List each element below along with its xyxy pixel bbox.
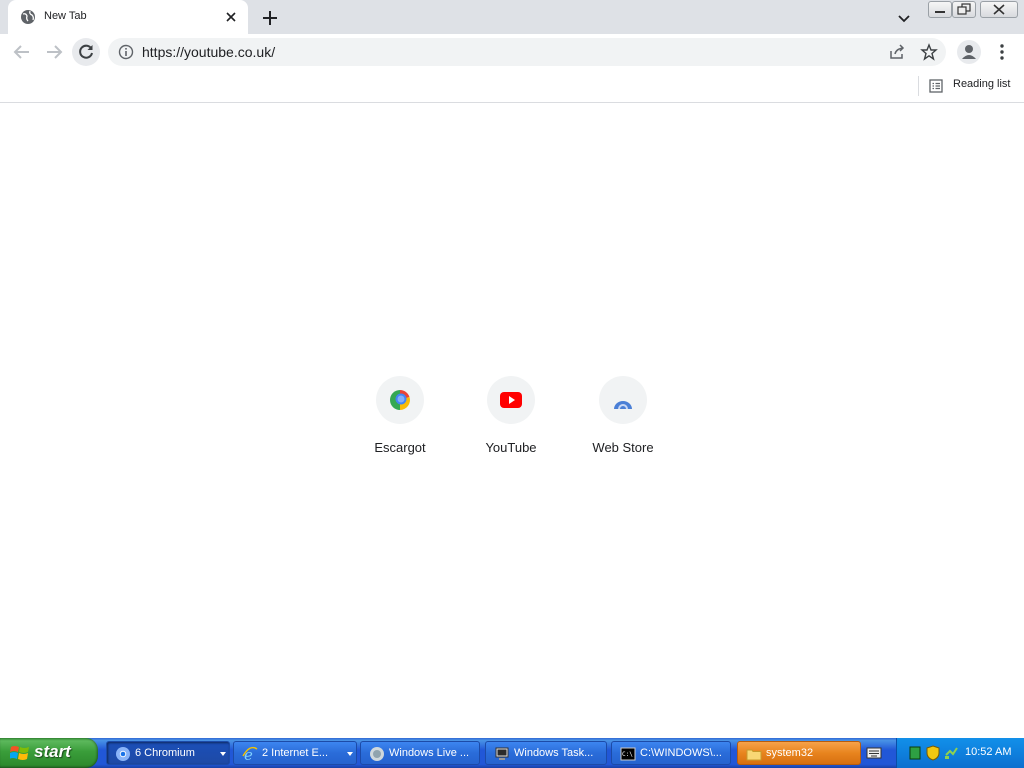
start-button[interactable]: start: [0, 738, 98, 768]
avatar-icon: [962, 45, 976, 59]
restore-button[interactable]: [952, 1, 976, 18]
taskbar-button-label: Windows Live ...: [389, 747, 470, 759]
close-icon: [993, 4, 1005, 15]
reading-list-label: Reading list: [953, 78, 1011, 90]
escargot-icon: [390, 390, 410, 410]
taskbar-button-windows-live[interactable]: Windows Live ...: [360, 741, 480, 765]
reading-list-icon: [929, 79, 943, 93]
tab-title: New Tab: [44, 10, 87, 22]
shortcut-tile: [599, 376, 647, 424]
taskbar-button-chromium[interactable]: 6 Chromium: [106, 741, 230, 765]
dropdown-arrow-icon: [347, 752, 353, 756]
info-icon[interactable]: [118, 44, 134, 60]
network-icon[interactable]: [944, 745, 958, 761]
web-store-icon: [614, 401, 632, 409]
taskbar-button-label: system32: [766, 747, 814, 759]
reload-button[interactable]: [72, 38, 100, 66]
keyboard-language-icon[interactable]: [866, 746, 882, 760]
windows-flag-icon: [10, 746, 29, 760]
chevron-down-icon[interactable]: [895, 9, 913, 27]
shortcut-web-store[interactable]: Web Store: [567, 376, 679, 464]
system-tray: 10:52 AM: [896, 738, 1024, 768]
taskbar-button-label: C:\WINDOWS\...: [640, 747, 722, 759]
restore-icon: [957, 3, 971, 15]
taskbar-button-label: 2 Internet E...: [262, 747, 329, 759]
shortcut-youtube[interactable]: YouTube: [455, 376, 567, 464]
address-bar[interactable]: https://youtube.co.uk/: [108, 38, 946, 66]
shortcut-escargot[interactable]: Escargot: [344, 376, 456, 464]
share-icon[interactable]: [888, 43, 906, 61]
internet-explorer-icon: e: [242, 746, 258, 762]
arrow-left-icon: [13, 45, 29, 59]
new-tab-icon[interactable]: [260, 8, 280, 28]
taskbar-button-system32[interactable]: system32: [737, 741, 861, 765]
green-status-icon[interactable]: [908, 745, 922, 761]
globe-icon: [21, 10, 35, 24]
kebab-menu-icon[interactable]: [994, 42, 1010, 62]
shortcut-tile: [487, 376, 535, 424]
shortcut-label: Web Store: [592, 440, 654, 455]
forward-button[interactable]: [42, 40, 66, 64]
shortcut-label: YouTube: [485, 440, 537, 455]
url-text[interactable]: https://youtube.co.uk/: [142, 44, 275, 60]
minimize-icon: [935, 11, 945, 13]
command-prompt-icon: C:\: [620, 747, 636, 761]
windows-live-icon: [370, 747, 384, 761]
bookmarks-bar: Reading list: [0, 70, 1024, 103]
taskbar-button-internet-explorer[interactable]: e 2 Internet E...: [233, 741, 357, 765]
start-label: start: [34, 742, 71, 761]
clock[interactable]: 10:52 AM: [965, 746, 1011, 758]
chromium-icon: [116, 747, 130, 761]
minimize-button[interactable]: [928, 1, 952, 18]
dropdown-arrow-icon: [220, 752, 226, 756]
tab-new-tab[interactable]: New Tab: [8, 0, 248, 34]
folder-icon: [746, 749, 762, 761]
shortcut-label: Escargot: [374, 440, 426, 455]
bookmark-star-icon[interactable]: [920, 43, 938, 61]
divider: [918, 76, 919, 96]
tab-strip: New Tab: [0, 0, 1024, 34]
taskbar-button-command-prompt[interactable]: C:\ C:\WINDOWS\...: [611, 741, 731, 765]
reload-icon: [79, 44, 93, 59]
security-shield-icon[interactable]: [926, 745, 940, 761]
taskbar-button-label: 6 Chromium: [135, 747, 195, 759]
back-button[interactable]: [10, 40, 34, 64]
close-tab-icon[interactable]: [223, 9, 239, 25]
shortcut-tile: [376, 376, 424, 424]
toolbar: https://youtube.co.uk/: [0, 34, 1024, 70]
youtube-icon: [500, 392, 522, 408]
profile-button[interactable]: [957, 40, 981, 64]
task-manager-icon: [495, 747, 509, 760]
svg-text:C:\: C:\: [622, 751, 633, 758]
taskbar: start 6 Chromium e 2 Internet E... Windo…: [0, 738, 1024, 768]
taskbar-button-task-manager[interactable]: Windows Task...: [485, 741, 607, 765]
arrow-right-icon: [47, 45, 63, 59]
close-window-button[interactable]: [980, 1, 1018, 18]
taskbar-button-label: Windows Task...: [514, 747, 594, 759]
